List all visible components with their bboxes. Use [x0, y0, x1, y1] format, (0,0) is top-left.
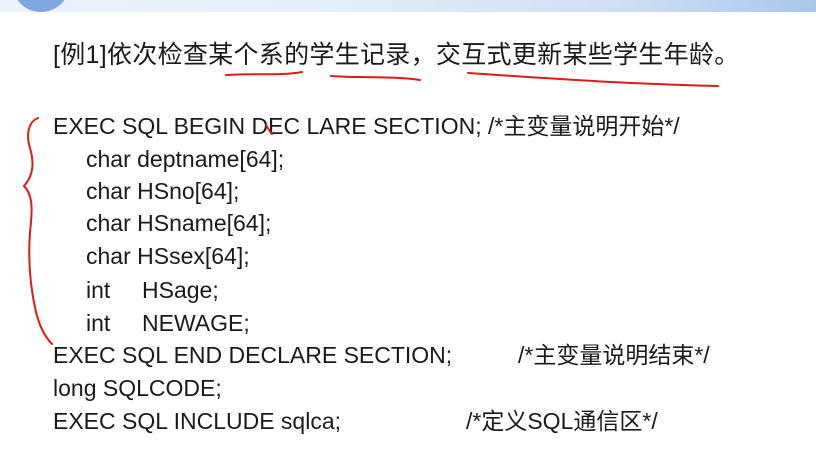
code-line-hsname: char HSname[64]; — [86, 210, 272, 236]
code-comment-include-sqlca: /*定义SQL通信区*/ — [466, 408, 658, 434]
code-line-hsage-type: int — [86, 277, 111, 303]
code-line-begin-declare: EXEC SQL BEGIN DEC LARE SECTION; /*主变量说明… — [53, 113, 680, 139]
underline-mark-3 — [467, 72, 719, 87]
code-line-end-declare: EXEC SQL END DECLARE SECTION; — [53, 342, 453, 368]
code-line-sqlcode: long SQLCODE; — [53, 375, 222, 401]
example-title: [例1]依次检查某个系的学生记录，交互式更新某些学生年龄。 — [53, 41, 740, 69]
underline-mark-2 — [330, 75, 421, 81]
code-line-newage-type: int — [86, 310, 111, 336]
code-line-hssex: char HSsex[64]; — [86, 243, 250, 269]
code-line-include-sqlca: EXEC SQL INCLUDE sqlca; — [53, 408, 342, 434]
slide: [例1]依次检查某个系的学生记录，交互式更新某些学生年龄。 EXEC SQL B… — [0, 0, 816, 476]
code-line-hsno: char HSno[64]; — [86, 178, 240, 204]
curly-brace-mark — [22, 117, 53, 345]
code-comment-end-declare: /*主变量说明结束*/ — [518, 342, 710, 368]
header-decoration-bar — [0, 0, 816, 12]
code-line-deptname: char deptname[64]; — [86, 146, 285, 172]
underline-mark-1 — [225, 71, 303, 76]
code-line-newage-var: NEWAGE; — [142, 310, 250, 336]
code-line-hsage-var: HSage; — [142, 277, 219, 303]
